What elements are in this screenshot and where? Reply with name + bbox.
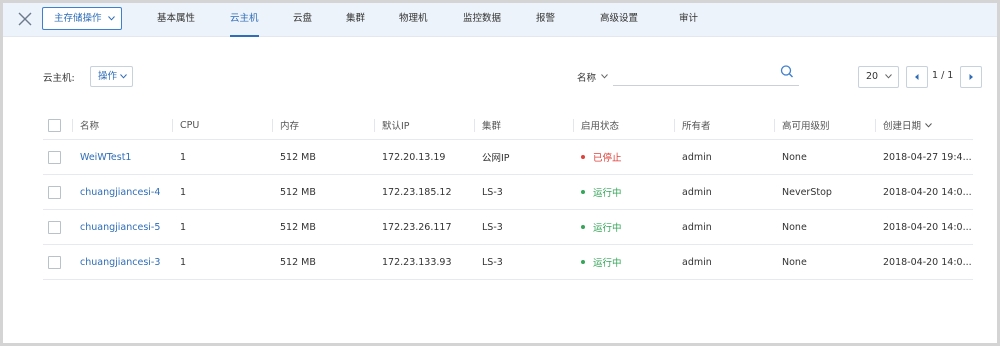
operations-dropdown[interactable]: 操作 [90,66,133,87]
vm-cluster: LS-3 [482,256,503,268]
tab-alarms[interactable]: 报警 [536,3,555,37]
search-input[interactable] [613,64,799,86]
tab-vm-instances[interactable]: 云主机 [230,3,259,37]
row-checkbox[interactable] [48,150,61,164]
row-checkbox[interactable] [48,220,61,234]
chevron-right-icon [969,74,973,80]
vm-created-date: 2018-04-20 14:0... [883,221,972,233]
header-cpu[interactable]: CPU [180,111,199,139]
select-all-checkbox[interactable] [48,118,61,132]
vm-owner: admin [682,151,712,163]
tab-hosts[interactable]: 物理机 [399,3,428,37]
vm-memory: 512 MB [280,151,316,163]
page-size-value: 20 [866,71,879,82]
vm-ha-level: NeverStop [782,186,832,198]
status-text: 运行中 [593,188,622,199]
vm-memory: 512 MB [280,186,316,198]
header-default-ip[interactable]: 默认IP [382,111,410,139]
primary-storage-actions-label: 主存储操作 [54,13,102,24]
status-dot [581,190,585,194]
chevron-down-icon [601,74,608,79]
vm-status: 运行中 [581,175,622,209]
vm-ha-level: None [782,256,807,268]
vm-cluster: LS-3 [482,186,503,198]
header-owner[interactable]: 所有者 [682,111,711,139]
vm-ha-level: None [782,151,807,163]
operations-label: 操作 [98,71,118,82]
vm-status: 运行中 [581,245,622,279]
vm-default-ip: 172.23.185.12 [382,186,452,198]
search-icon[interactable] [779,64,795,80]
chevron-down-icon [120,74,127,79]
table-row[interactable]: chuangjiancesi-5 1 512 MB 172.23.26.117 LS-3… [43,210,973,245]
chevron-down-icon [925,122,932,128]
vm-name-link[interactable]: WeiWTest1 [80,140,131,174]
top-tab-bar: 主存储操作 基本属性 云主机 云盘 集群 物理机 监控数据 报警 高级设置 审计 [3,3,997,37]
tab-advanced-settings[interactable]: 高级设置 [600,3,638,37]
vm-memory: 512 MB [280,221,316,233]
table-header: 名称 CPU 内存 默认IP 集群 启用状态 所有者 高可用级别 创建日期 [43,111,973,140]
vm-table: 名称 CPU 内存 默认IP 集群 启用状态 所有者 高可用级别 创建日期 We… [43,111,973,280]
tab-audit[interactable]: 审计 [679,3,698,37]
status-text: 运行中 [593,223,622,234]
header-name[interactable]: 名称 [80,111,99,139]
header-cluster[interactable]: 集群 [482,111,501,139]
table-row[interactable]: chuangjiancesi-4 1 512 MB 172.23.185.12 LS-3… [43,175,973,210]
table-row[interactable]: chuangjiancesi-3 1 512 MB 172.23.133.93 LS-3… [43,245,973,280]
tab-basic-attributes[interactable]: 基本属性 [157,3,195,37]
chevron-left-icon [915,74,919,80]
vm-cpu: 1 [180,256,187,268]
status-dot [581,155,585,159]
vm-owner: admin [682,256,712,268]
vm-panel: 主存储操作 基本属性 云主机 云盘 集群 物理机 监控数据 报警 高级设置 审计… [0,0,1000,346]
chevron-down-icon [108,16,115,21]
vm-status: 已停止 [581,140,622,174]
table-row[interactable]: WeiWTest1 1 512 MB 172.20.13.19 公网IP 已停止 admin… [43,140,973,175]
row-checkbox[interactable] [48,255,61,269]
header-created-date[interactable]: 创建日期 [883,111,932,139]
vm-memory: 512 MB [280,256,316,268]
header-memory[interactable]: 内存 [280,111,299,139]
search-field-selector[interactable]: 名称 [577,70,608,84]
vm-cpu: 1 [180,151,187,163]
header-ha-level[interactable]: 高可用级别 [782,111,830,139]
vm-created-date: 2018-04-20 14:0... [883,256,972,268]
row-checkbox[interactable] [48,185,61,199]
table-body: WeiWTest1 1 512 MB 172.20.13.19 公网IP 已停止 admin… [43,140,973,280]
vm-section-label: 云主机: [43,73,75,84]
vm-default-ip: 172.20.13.19 [382,151,446,163]
primary-storage-actions-button[interactable]: 主存储操作 [42,7,122,30]
status-dot [581,260,585,264]
vm-name-link[interactable]: chuangjiancesi-3 [80,245,160,279]
chevron-down-icon [885,74,892,79]
vm-cpu: 1 [180,186,187,198]
status-dot [581,225,585,229]
search-field-label: 名称 [577,73,597,84]
vm-created-date: 2018-04-27 19:4... [883,151,972,163]
tab-monitoring[interactable]: 监控数据 [463,3,501,37]
vm-name-link[interactable]: chuangjiancesi-5 [80,210,160,244]
vm-default-ip: 172.23.26.117 [382,221,452,233]
vm-owner: admin [682,221,712,233]
next-page-button[interactable] [960,66,982,88]
vm-status: 运行中 [581,210,622,244]
header-status[interactable]: 启用状态 [581,111,619,139]
vm-created-date: 2018-04-20 14:0... [883,186,972,198]
status-text: 已停止 [593,153,622,164]
header-created-date-label: 创建日期 [883,121,922,132]
vm-cluster: 公网IP [482,153,510,164]
vm-cpu: 1 [180,221,187,233]
vm-name-link[interactable]: chuangjiancesi-4 [80,175,160,209]
page-size-select[interactable]: 20 [858,66,899,88]
vm-owner: admin [682,186,712,198]
vm-default-ip: 172.23.133.93 [382,256,452,268]
page-indicator: 1 / 1 [932,70,954,81]
close-icon[interactable] [15,9,35,29]
tab-clusters[interactable]: 集群 [346,3,365,37]
previous-page-button[interactable] [906,66,928,88]
status-text: 运行中 [593,258,622,269]
vm-cluster: LS-3 [482,221,503,233]
tab-volumes[interactable]: 云盘 [293,3,312,37]
vm-ha-level: None [782,221,807,233]
